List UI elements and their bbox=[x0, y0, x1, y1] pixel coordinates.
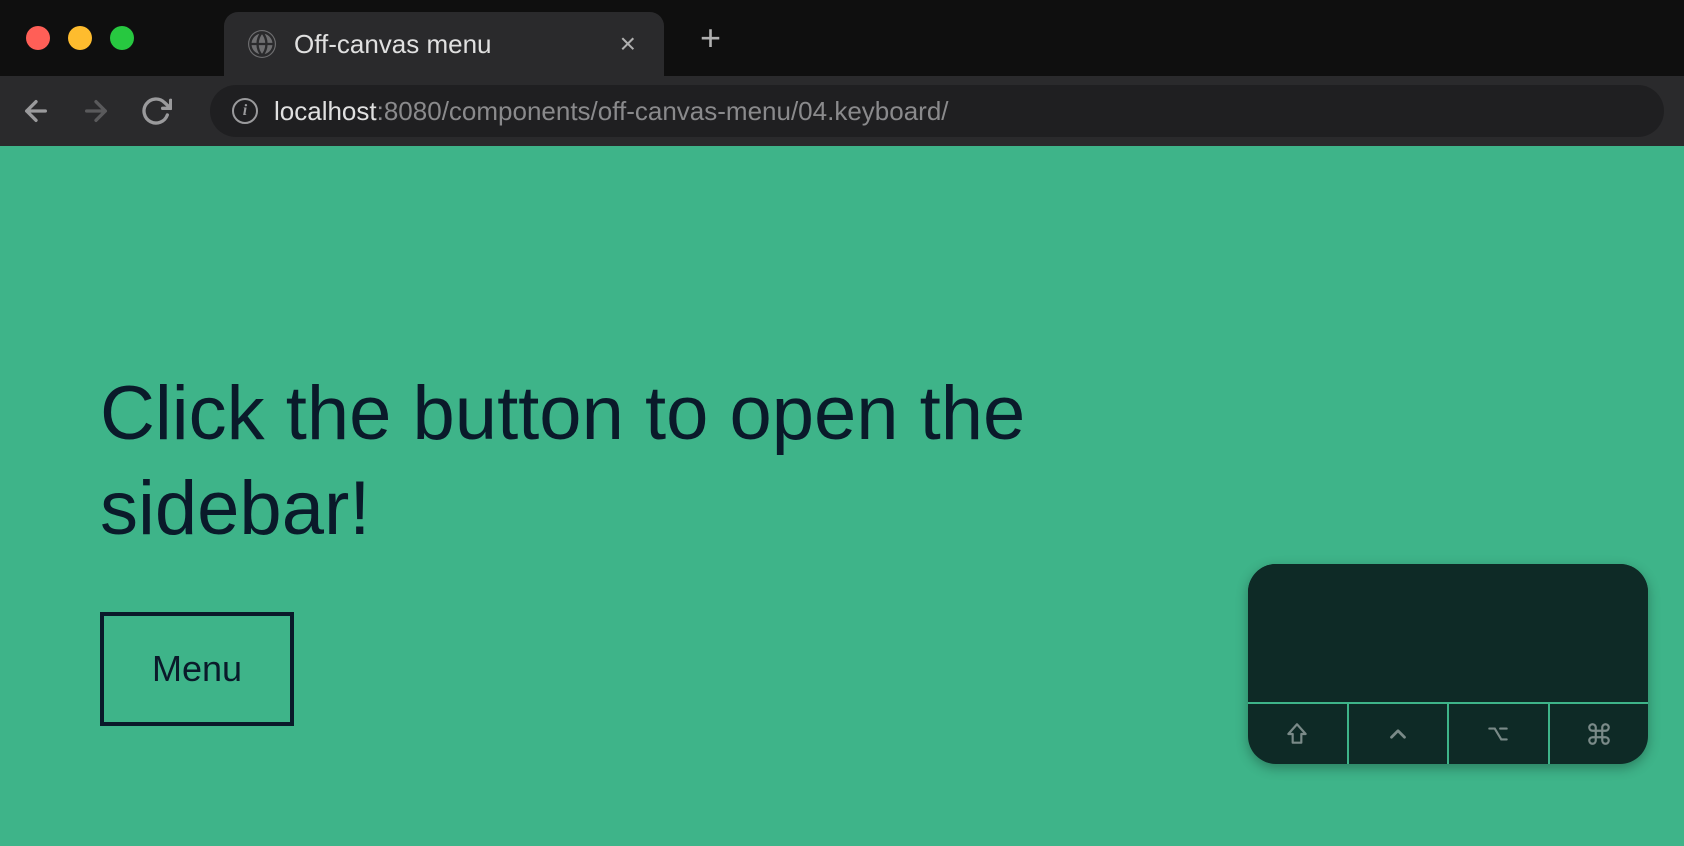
modifier-keys-overlay bbox=[1248, 564, 1648, 764]
new-tab-button[interactable]: + bbox=[700, 17, 721, 59]
page-heading: Click the button to open the sidebar! bbox=[100, 366, 1100, 556]
window-minimize-button[interactable] bbox=[68, 26, 92, 50]
modifier-row bbox=[1248, 702, 1648, 764]
window-traffic-lights bbox=[26, 26, 134, 50]
option-key-icon bbox=[1449, 704, 1550, 764]
control-key-icon bbox=[1349, 704, 1450, 764]
page-content: Click the button to open the sidebar! Me… bbox=[0, 146, 1684, 846]
toolbar: i localhost:8080/components/off-canvas-m… bbox=[0, 76, 1684, 146]
url-text: localhost:8080/components/off-canvas-men… bbox=[274, 96, 949, 127]
command-key-icon bbox=[1550, 704, 1649, 764]
url-path: :8080/components/off-canvas-menu/04.keyb… bbox=[377, 96, 949, 126]
address-bar[interactable]: i localhost:8080/components/off-canvas-m… bbox=[210, 85, 1664, 137]
window-maximize-button[interactable] bbox=[110, 26, 134, 50]
menu-button[interactable]: Menu bbox=[100, 612, 294, 726]
back-button[interactable] bbox=[20, 95, 52, 127]
window-close-button[interactable] bbox=[26, 26, 50, 50]
browser-tab[interactable]: Off-canvas menu × bbox=[224, 12, 664, 76]
tab-title: Off-canvas menu bbox=[294, 29, 598, 60]
tab-bar: Off-canvas menu × + bbox=[0, 0, 1684, 76]
modifier-preview-area bbox=[1248, 564, 1648, 702]
info-icon[interactable]: i bbox=[232, 98, 258, 124]
reload-button[interactable] bbox=[140, 95, 172, 127]
globe-icon bbox=[248, 30, 276, 58]
shift-key-icon bbox=[1248, 704, 1349, 764]
close-icon[interactable]: × bbox=[616, 28, 640, 60]
url-host: localhost bbox=[274, 96, 377, 126]
browser-chrome: Off-canvas menu × + i localhost:8080/com… bbox=[0, 0, 1684, 146]
forward-button[interactable] bbox=[80, 95, 112, 127]
